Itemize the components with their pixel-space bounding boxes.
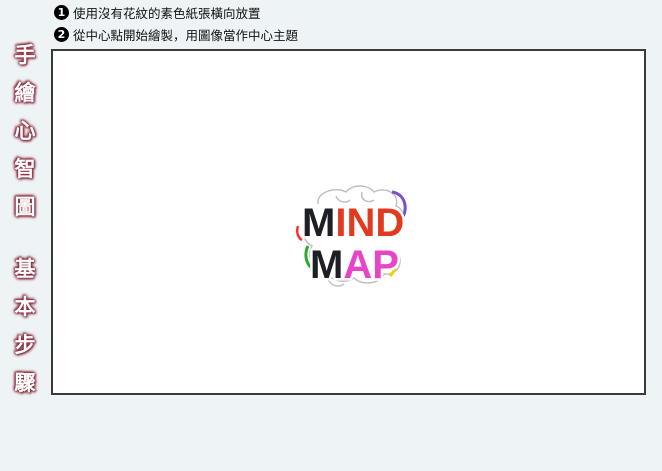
- title-char: 圖: [14, 194, 36, 219]
- title-char: 心: [14, 118, 36, 143]
- title-char: 基: [14, 256, 36, 281]
- title-char: 步: [14, 332, 36, 357]
- step-2: 2 從中心點開始繪製，用圖像當作中心主題: [54, 25, 298, 43]
- step-number-2: 2: [54, 26, 69, 42]
- title-char: 本: [14, 294, 36, 319]
- step-text-2: 從中心點開始繪製，用圖像當作中心主題: [73, 27, 299, 43]
- mind-map-logo: MIND MAP: [296, 185, 407, 290]
- drawing-paper: MIND MAP: [51, 49, 646, 395]
- step-text-1: 使用沒有花紋的素色紙張橫向放置: [73, 5, 261, 21]
- step-1: 1 使用沒有花紋的素色紙張橫向放置: [54, 3, 261, 21]
- title-char: 繪: [14, 80, 36, 105]
- step-number-1: 1: [54, 4, 69, 20]
- logo-letter-m: MIND: [302, 201, 404, 245]
- title-char: 手: [14, 42, 36, 67]
- title-char: 驟: [14, 370, 36, 395]
- logo-letter-map: MAP: [310, 243, 399, 287]
- title-char: 智: [14, 156, 36, 181]
- side-title: 手 繪 心 智 圖 基 本 步 驟: [0, 36, 50, 402]
